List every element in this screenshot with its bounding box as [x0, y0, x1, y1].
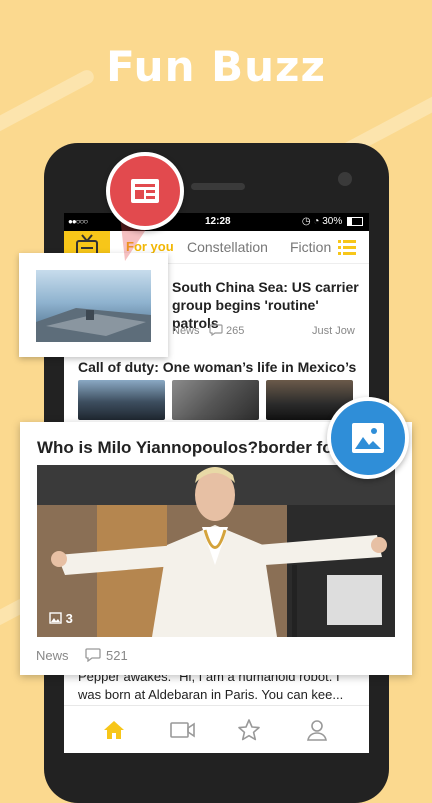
tab-constellation[interactable]: Constellation [187, 231, 268, 263]
star-icon[interactable] [237, 718, 261, 742]
status-right: ◷ ◔ 30% [302, 213, 363, 231]
app-headline: Fun Buzz [106, 42, 326, 91]
battery-icon [347, 216, 363, 226]
news-item-title[interactable]: Call of duty: One woman’s life in Mexico… [78, 359, 356, 375]
bottom-nav [64, 705, 369, 753]
carrier-photo [36, 270, 151, 342]
tab-fiction[interactable]: Fiction [290, 231, 331, 263]
profile-icon[interactable] [305, 718, 329, 742]
phone-camera [338, 172, 352, 186]
menu-list-icon[interactable] [338, 238, 356, 256]
comment-icon [85, 648, 101, 665]
news-thumbnail[interactable] [78, 380, 165, 420]
image-category-badge [327, 397, 409, 479]
comment-count: 265 [226, 325, 245, 337]
news-item-title[interactable]: South China Sea: US carrier group begins… [172, 278, 362, 332]
featured-title[interactable]: Who is Milo Yiannopoulos?border for [37, 438, 339, 458]
signal-icon: ●●○○○ [68, 217, 88, 226]
battery-percent: 30% [322, 216, 343, 227]
comment-count: 521 [106, 648, 128, 663]
status-time: 12:28 [205, 216, 231, 227]
image-count-badge: 3 [49, 611, 73, 627]
news-thumbnail[interactable] [172, 380, 259, 420]
gallery-icon [49, 612, 62, 627]
image-count: 3 [65, 610, 73, 626]
featured-photo[interactable]: 3 [37, 465, 395, 637]
news-item-time: Just Jow [312, 325, 355, 337]
featured-category: News [36, 648, 69, 663]
news-item-category: News [172, 325, 200, 337]
newspaper-icon [131, 179, 159, 203]
alarm-icon: ◷ ◔ [301, 216, 320, 227]
home-icon[interactable] [102, 718, 126, 742]
phone-speaker [191, 183, 245, 190]
image-icon [352, 423, 384, 453]
video-icon[interactable] [170, 718, 195, 742]
comment-icon [209, 324, 223, 339]
news-category-badge [106, 152, 184, 230]
